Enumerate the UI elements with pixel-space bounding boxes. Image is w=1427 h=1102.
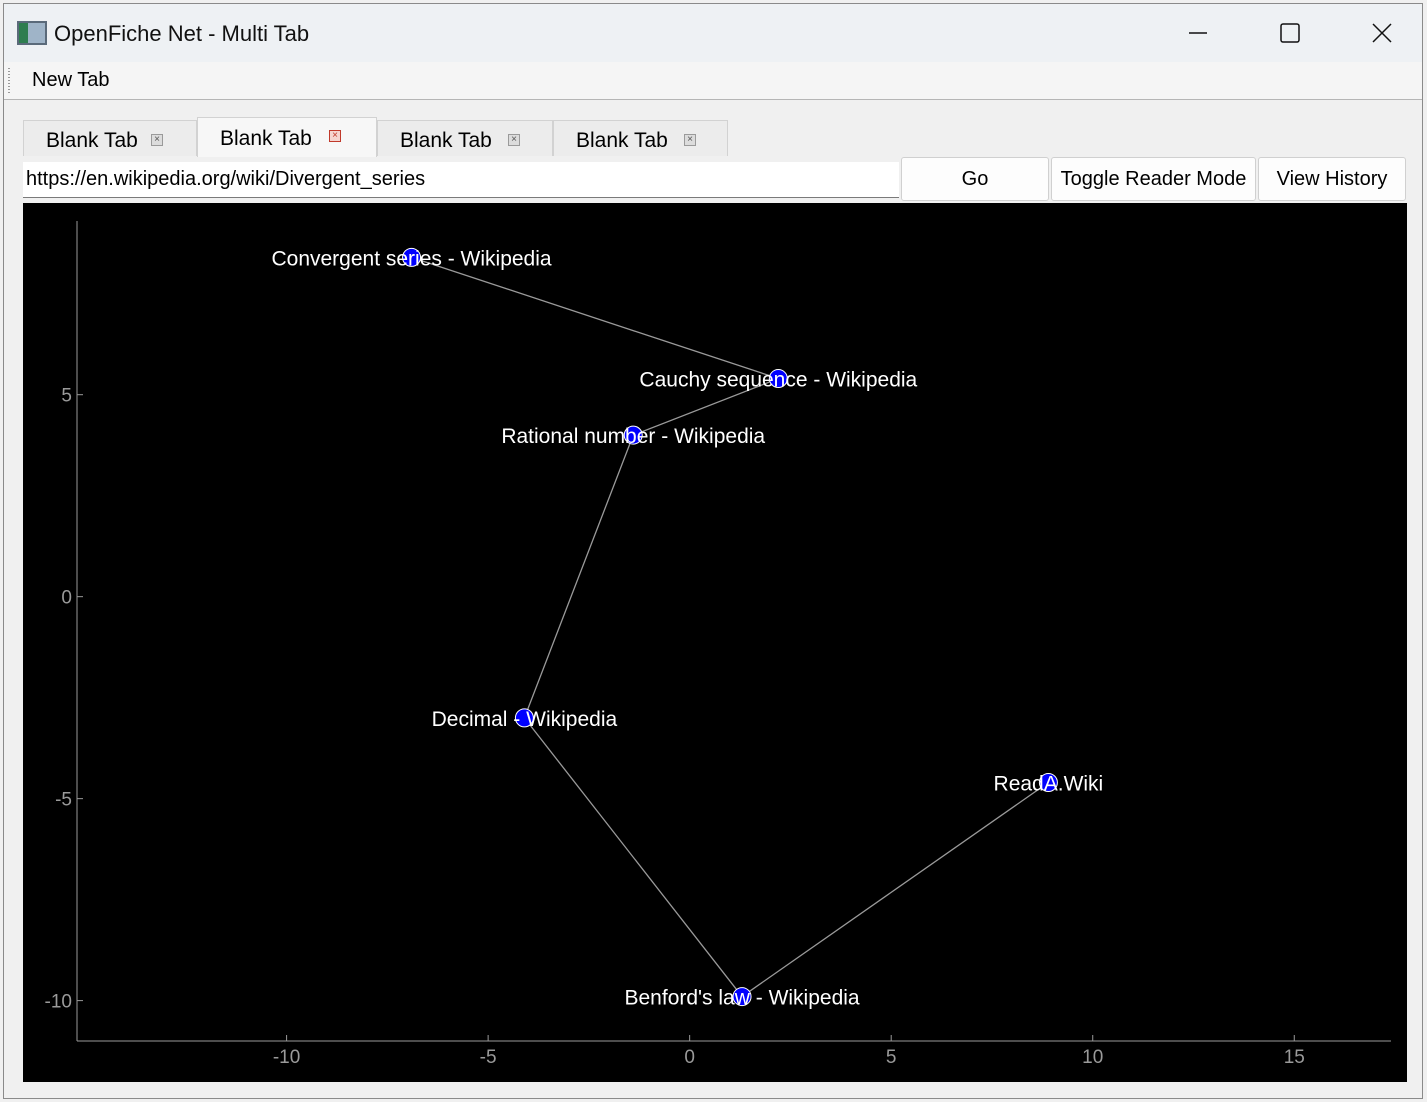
tab-label: Blank Tab: [400, 129, 492, 152]
x-tick-label: 15: [1284, 1047, 1305, 1068]
tab-blank-1[interactable]: Blank Tab ×: [23, 120, 197, 156]
tab-close-icon[interactable]: ×: [684, 134, 696, 146]
x-tick-label: 10: [1082, 1047, 1103, 1068]
x-tick-label: -5: [480, 1047, 497, 1068]
url-input[interactable]: [23, 162, 899, 198]
y-tick-label: 5: [61, 386, 72, 407]
x-tick-label: 0: [684, 1047, 695, 1068]
toggle-reader-mode-button[interactable]: Toggle Reader Mode: [1051, 157, 1256, 201]
window-title: OpenFiche Net - Multi Tab: [54, 21, 310, 46]
history-graph: -10 -5 0 5 10 15 5 0 -5 -10 Convergent series - Wi…: [45, 221, 1391, 1068]
tab-close-icon[interactable]: ×: [151, 134, 163, 146]
tab-close-icon[interactable]: ×: [508, 134, 520, 146]
app-window: OpenFiche Net - Multi Tab New Tab Blank …: [3, 3, 1423, 1099]
graph-edge: [523, 717, 743, 997]
graph-node-label: Cauchy sequence - Wikipedia: [639, 369, 917, 392]
graph-node-label: Decimal - Wikipedia: [432, 708, 618, 731]
x-tick-label: -10: [273, 1047, 300, 1068]
tab-blank-4[interactable]: Blank Tab ×: [553, 120, 728, 156]
tab-label: Blank Tab: [576, 129, 668, 152]
maximize-icon: [1280, 23, 1300, 43]
tab-label: Blank Tab: [46, 129, 138, 152]
menu-item-new-tab[interactable]: New Tab: [24, 67, 117, 94]
graph-edge: [523, 434, 634, 719]
close-icon: [1372, 23, 1392, 43]
close-button[interactable]: [1336, 4, 1427, 62]
menu-bar: New Tab: [4, 62, 1422, 100]
y-tick-label: 0: [61, 588, 72, 609]
view-history-button[interactable]: View History: [1258, 157, 1406, 201]
app-icon: [17, 21, 47, 45]
tab-close-icon[interactable]: ×: [329, 130, 341, 142]
graph-node-label: Benford's law - Wikipedia: [625, 987, 860, 1010]
y-tick-label: -5: [55, 790, 72, 811]
x-tick-label: 5: [886, 1047, 897, 1068]
minimize-icon: [1189, 32, 1207, 34]
toolbar-grip-handle[interactable]: [8, 68, 10, 94]
graph-edge: [741, 781, 1049, 998]
maximize-button[interactable]: [1244, 4, 1336, 62]
graph-edge: [411, 256, 779, 380]
history-graph-view[interactable]: -10 -5 0 5 10 15 5 0 -5 -10 Convergent series - Wi…: [23, 203, 1407, 1082]
go-button[interactable]: Go: [901, 157, 1049, 201]
graph-node-label: Convergent series - Wikipedia: [271, 247, 551, 270]
tab-bar: Blank Tab × Blank Tab × Blank Tab × Blan…: [23, 117, 1403, 157]
minimize-button[interactable]: [1152, 4, 1244, 62]
title-bar[interactable]: OpenFiche Net - Multi Tab: [4, 4, 1422, 62]
graph-node-label: ReadA.Wiki: [994, 772, 1104, 795]
tab-blank-3[interactable]: Blank Tab ×: [377, 120, 553, 156]
tab-label: Blank Tab: [220, 127, 312, 150]
y-tick-label: -10: [45, 992, 72, 1013]
tab-blank-2-active[interactable]: Blank Tab ×: [197, 117, 377, 157]
graph-node-label: Rational number - Wikipedia: [501, 425, 765, 448]
